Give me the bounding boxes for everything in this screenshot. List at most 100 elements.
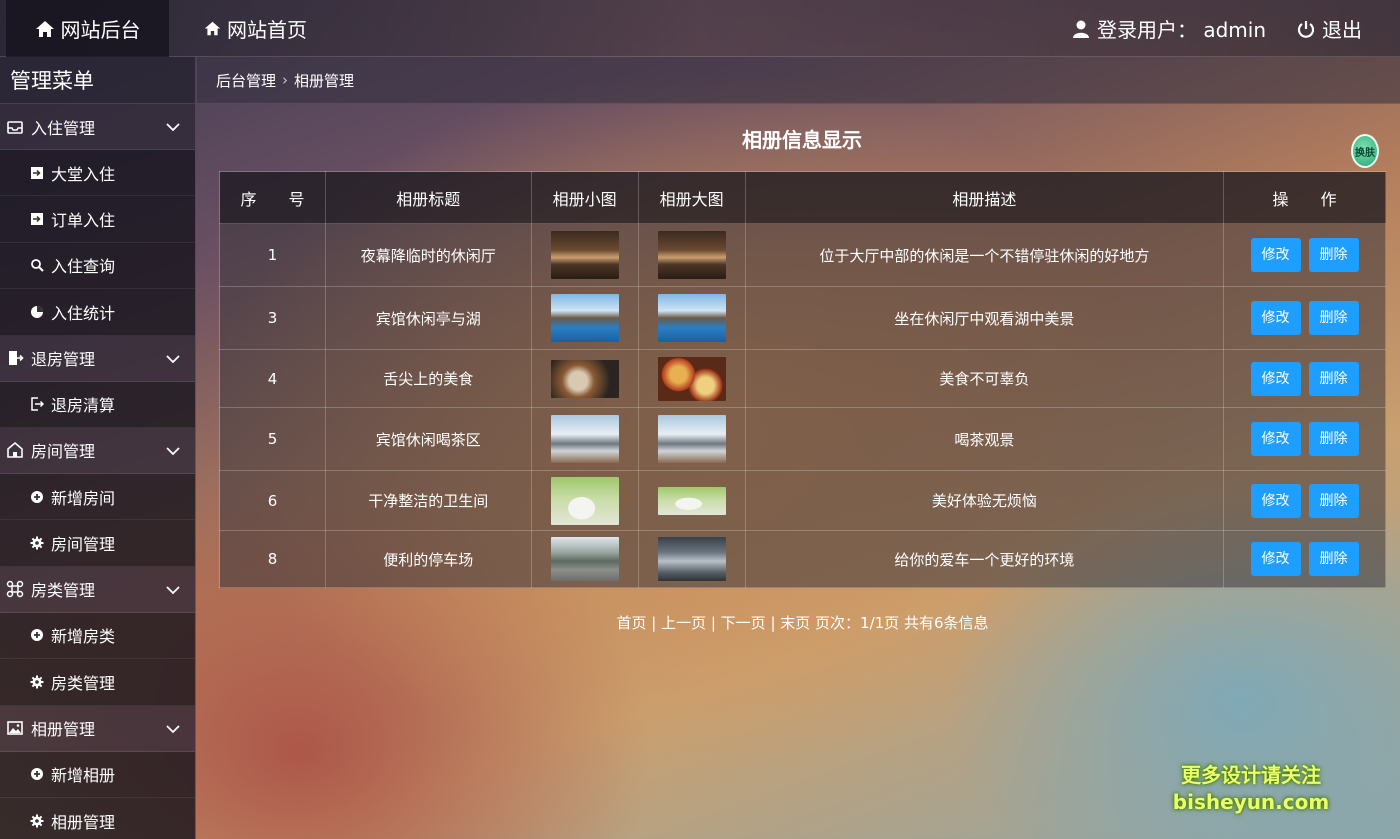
delete-button[interactable]: 删除 — [1308, 422, 1359, 456]
menu-item-add-room[interactable]: 新增房间 — [0, 473, 195, 521]
chevron-down-icon — [166, 354, 180, 363]
cell-title: 宾馆休闲喝茶区 — [324, 407, 532, 471]
cell-desc: 位于大厅中部的休闲是一个不错停驻休闲的好地方 — [744, 223, 1225, 287]
cell-desc: 坐在休闲厅中观看湖中美景 — [744, 286, 1225, 350]
user-label: 登录用户： admin — [1096, 18, 1266, 42]
admin-home-link[interactable]: 网站后台 — [6, 0, 169, 57]
delete-button[interactable]: 删除 — [1308, 238, 1359, 272]
menu-item-checkin-stats[interactable]: 入住统计 — [0, 289, 195, 336]
cell-id: 3 — [219, 286, 326, 350]
menu-item-manage-albums[interactable]: 相册管理 — [0, 797, 195, 839]
album-thumbnail[interactable] — [550, 476, 619, 525]
menu-item-add-album[interactable]: 新增相册 — [0, 751, 195, 798]
cell-image — [637, 470, 746, 531]
edit-button[interactable]: 修改 — [1250, 483, 1301, 518]
chevron-down-icon — [166, 123, 180, 132]
site-home-link[interactable]: 网站首页 — [204, 0, 307, 57]
cell-image — [637, 407, 746, 471]
cell-title: 便利的停车场 — [324, 530, 532, 588]
menu-item-order-checkin[interactable]: 订单入住 — [0, 196, 195, 243]
cell-actions: 修改 删除 — [1223, 530, 1386, 588]
cell-thumb — [530, 530, 639, 588]
cell-id: 6 — [219, 470, 326, 531]
sidebar: 管理菜单 入住管理 大堂入住 订单入住 入住查询 入住统计 退房管理 退房清算 … — [0, 57, 196, 839]
command-icon — [6, 580, 24, 598]
door-exit-icon — [9, 351, 24, 366]
cell-title: 夜幕降临时的休闲厅 — [324, 223, 532, 287]
table-row: 6 干净整洁的卫生间 美好体验无烦恼 修改 删除 — [219, 470, 1386, 531]
cell-title: 宾馆休闲亭与湖 — [324, 286, 532, 350]
delete-button[interactable]: 删除 — [1308, 301, 1359, 335]
edit-button[interactable]: 修改 — [1250, 301, 1301, 335]
delete-button[interactable]: 删除 — [1308, 483, 1359, 518]
table-row: 8 便利的停车场 给你的爱车一个更好的环境 修改 删除 — [219, 530, 1386, 588]
col-header-image: 相册大图 — [637, 171, 746, 224]
cell-thumb — [530, 407, 639, 471]
menu-item-checkin-query[interactable]: 入住查询 — [0, 242, 195, 290]
menu-group-label: 入住管理 — [31, 118, 96, 138]
edit-button[interactable]: 修改 — [1250, 238, 1301, 272]
watermark: 更多设计请关注 bisheyun.com — [1166, 762, 1336, 816]
album-thumbnail[interactable] — [550, 359, 619, 398]
pagination[interactable]: 首页 | 上一页 | 下一页 | 末页 页次：1/1页 共有6条信息 — [0, 612, 1400, 633]
chevron-down-icon — [166, 447, 180, 456]
home-icon — [204, 21, 221, 36]
home-outline-icon — [7, 442, 23, 459]
menu-item-label: 入住查询 — [51, 257, 116, 277]
menu-group-rooms[interactable]: 房间管理 — [0, 427, 195, 474]
watermark-line2: bisheyun.com — [1172, 790, 1330, 814]
menu-item-lobby-checkin[interactable]: 大堂入住 — [0, 150, 195, 197]
menu-group-checkout[interactable]: 退房管理 — [0, 335, 195, 382]
album-image[interactable] — [657, 294, 726, 342]
album-image[interactable] — [657, 486, 726, 515]
plus-circle-icon — [31, 768, 43, 781]
edit-button[interactable]: 修改 — [1250, 542, 1301, 576]
cell-actions: 修改 删除 — [1223, 349, 1386, 408]
menu-group-room-types[interactable]: 房类管理 — [0, 566, 195, 613]
menu-item-checkout-settle[interactable]: 退房清算 — [0, 381, 195, 428]
menu-item-manage-rooms[interactable]: 房间管理 — [0, 520, 195, 567]
breadcrumb-root[interactable]: 后台管理 — [216, 70, 276, 91]
inbox-icon — [7, 120, 23, 134]
sign-in-icon — [31, 213, 43, 226]
album-image[interactable] — [657, 415, 726, 463]
cell-id: 4 — [219, 349, 326, 408]
menu-item-manage-room-types[interactable]: 房类管理 — [0, 659, 195, 706]
power-icon — [1297, 20, 1315, 38]
site-home-label: 网站首页 — [227, 18, 307, 42]
album-image[interactable] — [657, 231, 726, 279]
delete-button[interactable]: 删除 — [1308, 542, 1359, 576]
breadcrumb-current: 相册管理 — [294, 71, 355, 90]
album-thumbnail[interactable] — [550, 415, 619, 463]
menu-item-label: 大堂入住 — [51, 164, 116, 184]
logout-button[interactable]: 退出 — [1296, 0, 1362, 57]
cell-thumb — [530, 349, 639, 408]
gear-icon — [30, 814, 44, 828]
album-image[interactable] — [657, 537, 726, 581]
sidebar-title: 管理菜单 — [0, 57, 195, 104]
album-thumbnail[interactable] — [550, 231, 619, 279]
gear-icon — [30, 675, 44, 689]
menu-group-checkin[interactable]: 入住管理 — [0, 104, 195, 150]
table-row: 3 宾馆休闲亭与湖 坐在休闲厅中观看湖中美景 修改 删除 — [219, 286, 1386, 350]
album-thumbnail[interactable] — [550, 537, 619, 581]
menu-item-label: 房类管理 — [51, 673, 116, 693]
album-thumbnail[interactable] — [550, 294, 619, 342]
pie-chart-icon — [31, 305, 43, 318]
cell-actions: 修改 删除 — [1223, 470, 1386, 531]
cell-title: 舌尖上的美食 — [324, 349, 532, 408]
delete-button[interactable]: 删除 — [1308, 361, 1359, 396]
table-header-row: 序 号 相册标题 相册小图 相册大图 相册描述 操 作 — [219, 171, 1386, 224]
col-header-desc: 相册描述 — [744, 171, 1225, 224]
search-icon — [31, 259, 44, 273]
skin-switch-button[interactable]: 换肤 — [1351, 134, 1379, 168]
menu-group-albums[interactable]: 相册管理 — [0, 705, 195, 752]
cell-image — [637, 223, 746, 287]
menu-group-label: 房类管理 — [31, 581, 96, 601]
cell-thumb — [530, 286, 639, 350]
edit-button[interactable]: 修改 — [1250, 422, 1301, 456]
table-row: 4 舌尖上的美食 美食不可辜负 修改 删除 — [219, 349, 1386, 408]
menu-item-label: 入住统计 — [51, 303, 116, 323]
album-image[interactable] — [657, 356, 726, 401]
edit-button[interactable]: 修改 — [1250, 361, 1301, 396]
